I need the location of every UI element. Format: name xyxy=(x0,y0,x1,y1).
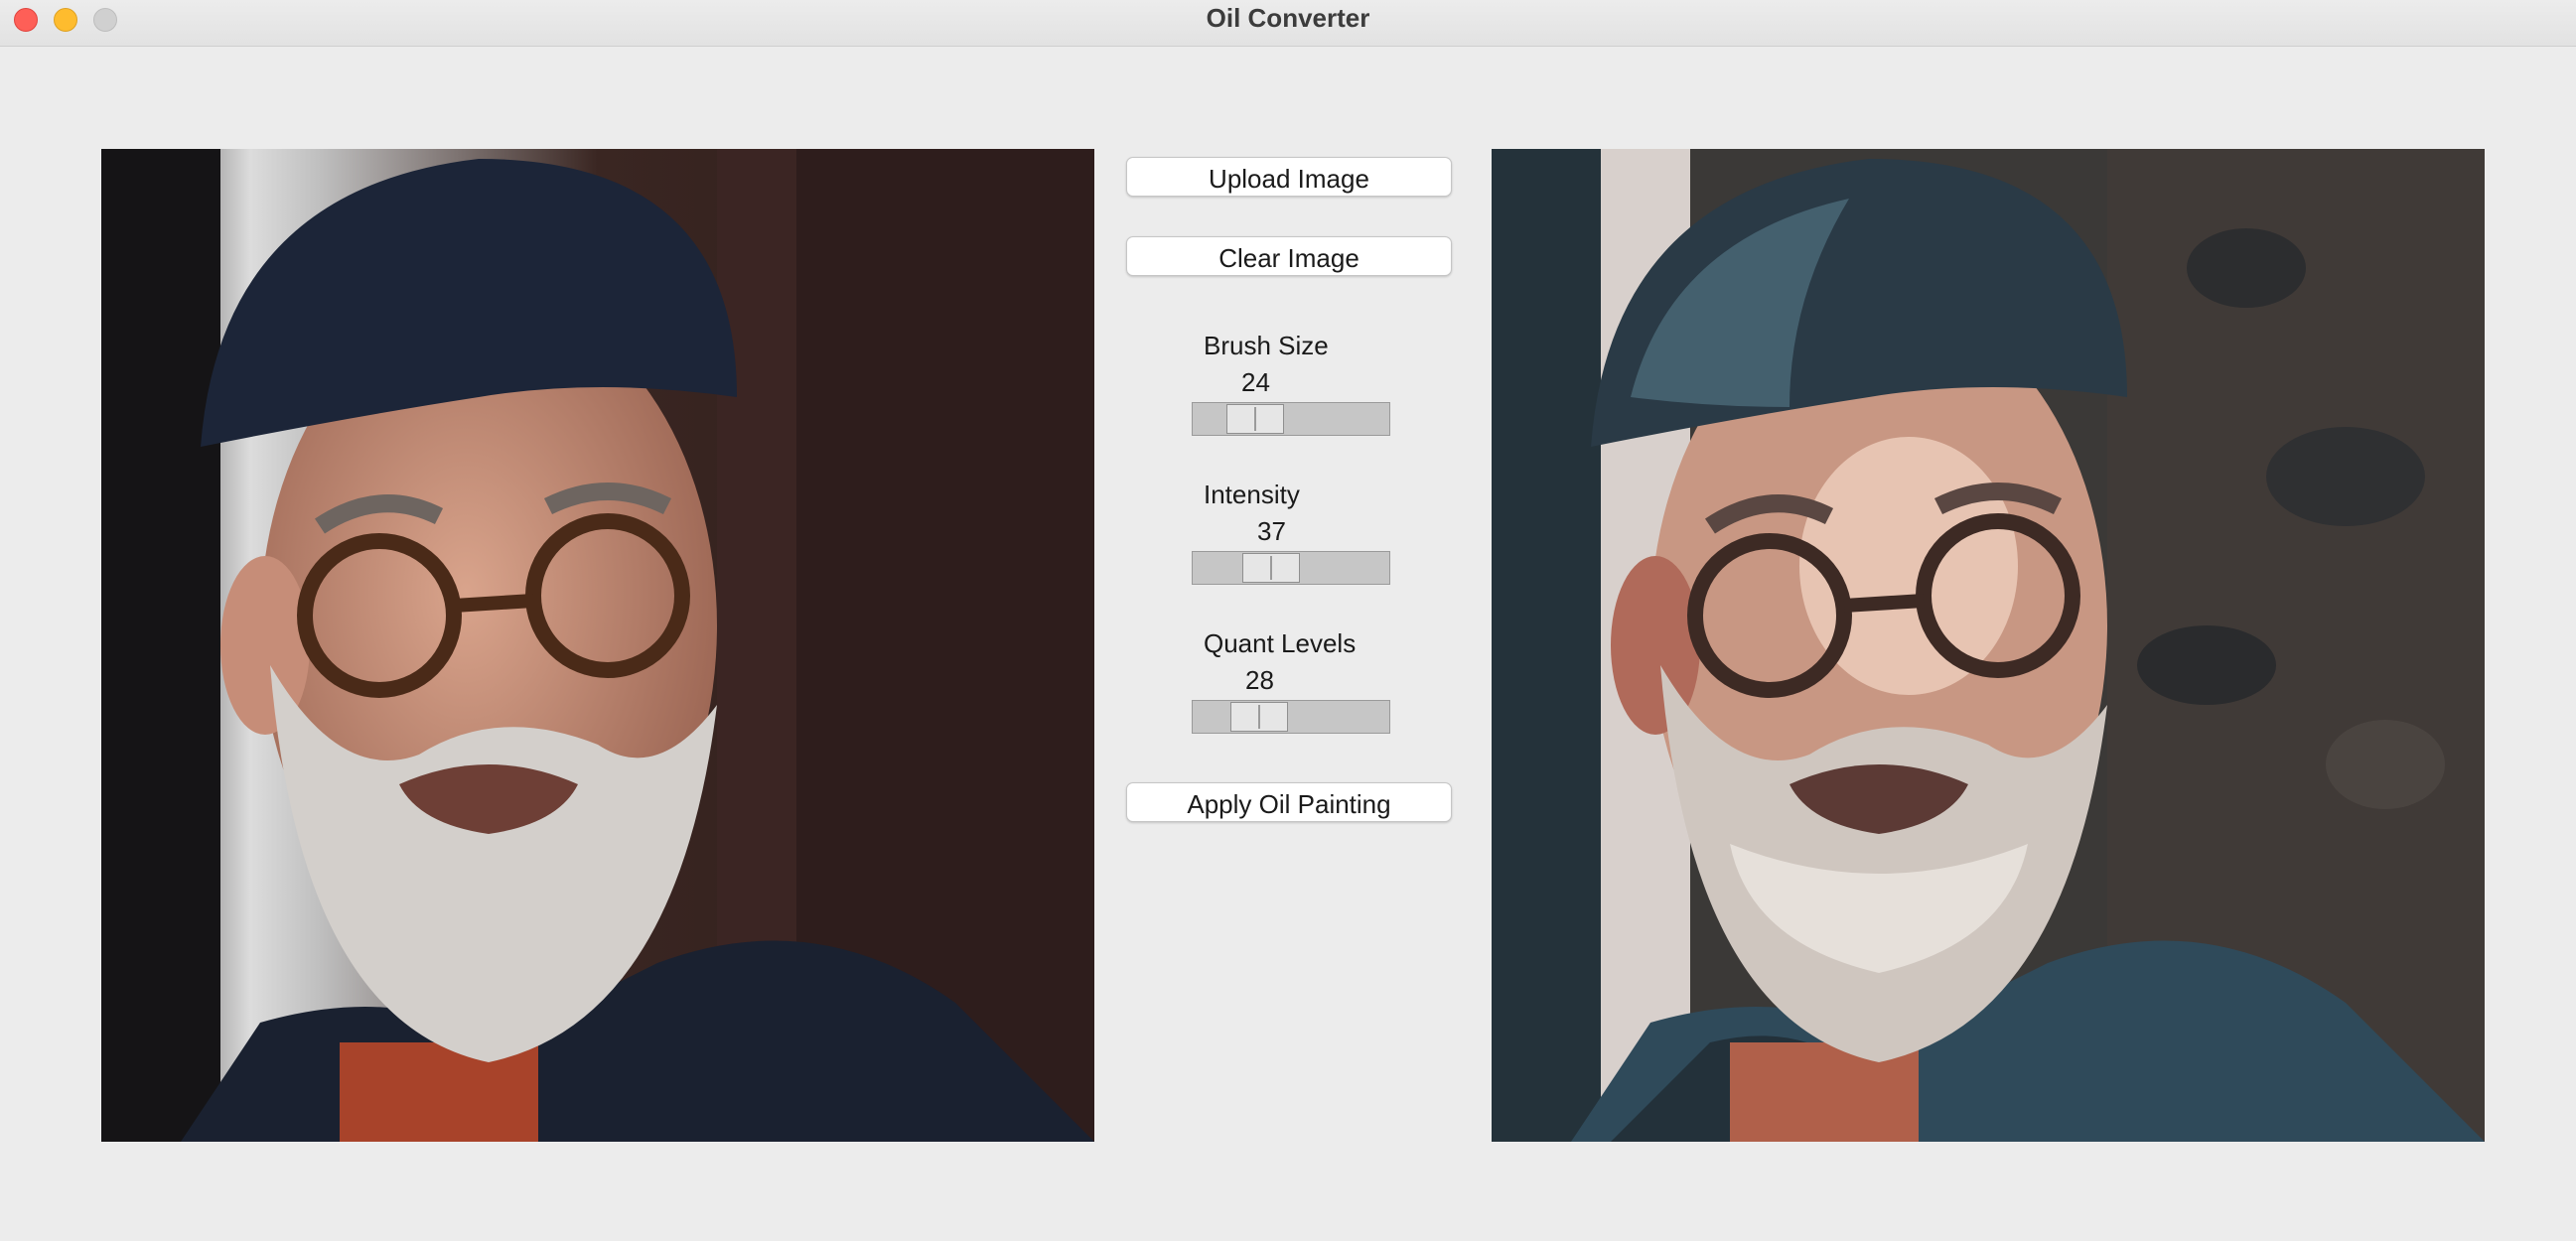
brush-size-slider[interactable] xyxy=(1192,402,1390,436)
quant-levels-label: Quant Levels xyxy=(1204,628,1357,658)
original-image xyxy=(101,149,1094,1142)
quant-levels-slider-thumb[interactable] xyxy=(1230,702,1288,732)
oil-painting-illustration xyxy=(1492,149,2485,1142)
brush-size-slider-thumb[interactable] xyxy=(1226,404,1284,434)
intensity-value: 37 xyxy=(1257,516,1286,546)
processed-image xyxy=(1492,149,2485,1142)
upload-image-button[interactable]: Upload Image xyxy=(1126,157,1452,197)
apply-oil-painting-button[interactable]: Apply Oil Painting xyxy=(1126,782,1452,822)
brush-size-value: 24 xyxy=(1241,367,1270,397)
quant-levels-slider[interactable] xyxy=(1192,700,1390,734)
clear-image-button[interactable]: Clear Image xyxy=(1126,236,1452,276)
app-window: Oil Converter Upload Image Clear Image B… xyxy=(0,0,2576,1241)
window-title: Oil Converter xyxy=(1206,3,1370,33)
original-photo-illustration xyxy=(101,149,1094,1142)
brush-size-label: Brush Size xyxy=(1204,331,1329,360)
intensity-slider[interactable] xyxy=(1192,551,1390,585)
quant-levels-value: 28 xyxy=(1245,665,1274,695)
title-bar: Oil Converter xyxy=(0,0,2576,47)
intensity-slider-thumb[interactable] xyxy=(1242,553,1300,583)
intensity-label: Intensity xyxy=(1204,480,1300,509)
